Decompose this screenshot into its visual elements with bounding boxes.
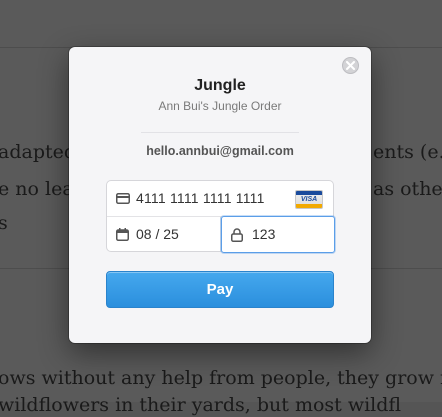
card-input-group: 4111 1111 1111 1111 VISA 08 / 25 123: [106, 180, 335, 253]
background-text-line: ows without any help from people, they g…: [0, 367, 442, 389]
header-divider: [141, 132, 299, 133]
pay-button[interactable]: Pay: [106, 271, 334, 308]
checkout-modal: Jungle Ann Bui's Jungle Order hello.annb…: [69, 47, 371, 343]
card-number-field[interactable]: 4111 1111 1111 1111 VISA: [107, 181, 333, 217]
background-text-line: ents (e.g: [373, 141, 442, 163]
background-text-line: as other: [373, 178, 442, 200]
pay-button-label: Pay: [206, 281, 234, 298]
order-description: Ann Bui's Jungle Order: [158, 99, 282, 113]
card-number-value: 4111 1111 1111 1111: [136, 190, 265, 206]
expiry-value: 08 / 25: [136, 226, 179, 242]
lock-icon: [231, 228, 243, 242]
merchant-title: Jungle: [194, 77, 246, 94]
cvc-field[interactable]: 123: [221, 216, 335, 253]
credit-card-icon: [116, 193, 130, 204]
calendar-icon: [116, 228, 129, 241]
cvc-value: 123: [252, 226, 276, 242]
close-icon: [346, 61, 355, 70]
background-text-line: wildflowers in their yards, but most wil…: [0, 394, 402, 416]
background-text-line: adapted: [0, 141, 77, 163]
customer-email: hello.annbui@gmail.com: [146, 144, 294, 158]
background-text-line: e no lea: [0, 178, 74, 200]
visa-card-icon: VISA: [295, 190, 323, 209]
close-button[interactable]: [342, 57, 359, 74]
expiry-field[interactable]: 08 / 25: [107, 217, 221, 251]
background-text-line: s: [0, 212, 8, 234]
